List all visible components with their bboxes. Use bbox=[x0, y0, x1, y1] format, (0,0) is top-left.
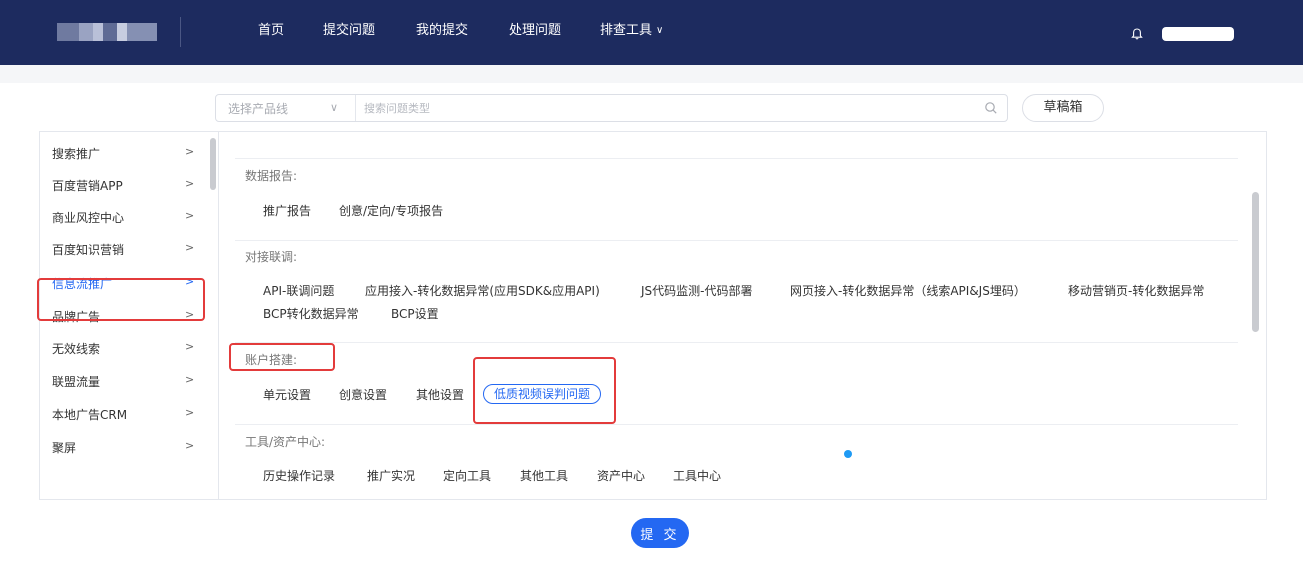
section-title-account-setup: 账户搭建: bbox=[245, 353, 298, 367]
sidebar-item-label: 搜索推广 bbox=[52, 147, 101, 161]
section-divider bbox=[235, 424, 1238, 425]
option-history-log[interactable]: 历史操作记录 bbox=[263, 468, 335, 484]
search-icon[interactable] bbox=[984, 101, 998, 115]
sidebar-scrollbar[interactable] bbox=[210, 138, 216, 190]
option-promotion-report[interactable]: 推广报告 bbox=[263, 203, 311, 219]
bell-icon[interactable] bbox=[1131, 28, 1143, 40]
sidebar-item-label: 品牌广告 bbox=[52, 310, 101, 324]
option-bcp-settings[interactable]: BCP设置 bbox=[391, 306, 439, 322]
chevron-right-icon: > bbox=[185, 373, 195, 386]
option-low-quality-video-misjudge[interactable]: 低质视频误判问题 bbox=[483, 384, 602, 404]
option-creative-report[interactable]: 创意/定向/专项报告 bbox=[339, 203, 443, 219]
cursor-dot bbox=[844, 450, 852, 458]
section-divider bbox=[235, 240, 1238, 241]
sidebar-item-label: 百度营销APP bbox=[52, 179, 123, 193]
option-creative-settings[interactable]: 创意设置 bbox=[339, 387, 387, 403]
sidebar-item-label: 百度知识营销 bbox=[52, 243, 125, 257]
option-api-debug[interactable]: API-联调问题 bbox=[263, 283, 334, 299]
section-title-integration: 对接联调: bbox=[245, 250, 298, 264]
nav-troubleshoot-tools-label: 排查工具 bbox=[600, 23, 653, 38]
option-web-conversion[interactable]: 网页接入-转化数据异常（线索API&JS埋码） bbox=[790, 283, 1026, 299]
option-js-monitor[interactable]: JS代码监测-代码部署 bbox=[641, 283, 753, 299]
option-other-tools[interactable]: 其他工具 bbox=[520, 468, 568, 484]
chevron-right-icon: > bbox=[185, 241, 195, 254]
category-content: 数据报告: 推广报告 创意/定向/专项报告 对接联调: API-联调问题 应用接… bbox=[220, 132, 1240, 499]
chevron-right-icon: > bbox=[185, 209, 195, 222]
sidebar-item-label: 信息流推广 bbox=[52, 277, 113, 291]
nav-my-submissions[interactable]: 我的提交 bbox=[416, 22, 468, 40]
user-avatar[interactable] bbox=[1162, 27, 1234, 41]
chevron-right-icon: > bbox=[185, 275, 195, 288]
option-live-promotion[interactable]: 推广实况 bbox=[367, 468, 415, 484]
option-targeting-tool[interactable]: 定向工具 bbox=[443, 468, 491, 484]
sidebar-item-label: 聚屏 bbox=[52, 441, 77, 455]
option-bcp-conversion[interactable]: BCP转化数据异常 bbox=[263, 306, 359, 322]
nav-home[interactable]: 首页 bbox=[258, 22, 284, 40]
nav-handle-issues[interactable]: 处理问题 bbox=[509, 22, 561, 40]
product-line-select[interactable]: 选择产品线 ∨ bbox=[216, 95, 356, 121]
sidebar-item-label: 联盟流量 bbox=[52, 375, 101, 389]
sidebar-item-search-promotion[interactable]: 搜索推广 > bbox=[40, 137, 205, 169]
chevron-right-icon: > bbox=[185, 439, 195, 452]
section-divider bbox=[235, 158, 1238, 159]
sidebar-item-local-ads-crm[interactable]: 本地广告CRM > bbox=[40, 398, 205, 430]
chevron-right-icon: > bbox=[185, 145, 195, 158]
sidebar-item-label: 商业风控中心 bbox=[52, 211, 125, 225]
option-app-conversion[interactable]: 应用接入-转化数据异常(应用SDK&应用API) bbox=[365, 283, 600, 299]
chevron-right-icon: > bbox=[185, 308, 195, 321]
chevron-right-icon: > bbox=[185, 406, 195, 419]
product-sidebar: 搜索推广 > 百度营销APP > 商业风控中心 > 百度知识营销 > 信息流推广… bbox=[40, 132, 205, 499]
nav-submit-issue[interactable]: 提交问题 bbox=[323, 22, 375, 40]
sidebar-item-knowledge-marketing[interactable]: 百度知识营销 > bbox=[40, 233, 205, 265]
chevron-down-icon: ∨ bbox=[330, 101, 339, 114]
option-other-settings[interactable]: 其他设置 bbox=[416, 387, 464, 403]
sidebar-item-risk-control-center[interactable]: 商业风控中心 > bbox=[40, 201, 205, 233]
top-nav-bar: 首页 提交问题 我的提交 处理问题 排查工具 ∨ bbox=[0, 0, 1303, 65]
product-line-placeholder: 选择产品线 bbox=[228, 102, 289, 116]
chevron-down-icon: ∨ bbox=[656, 25, 664, 36]
sidebar-divider bbox=[218, 132, 219, 499]
logo[interactable] bbox=[57, 23, 157, 41]
section-title-tools-assets: 工具/资产中心: bbox=[245, 435, 326, 449]
sidebar-item-baidu-marketing-app[interactable]: 百度营销APP > bbox=[40, 169, 205, 201]
sidebar-item-alliance-traffic[interactable]: 联盟流量 > bbox=[40, 365, 205, 397]
section-title-data-report: 数据报告: bbox=[245, 169, 298, 183]
chevron-right-icon: > bbox=[185, 340, 195, 353]
option-asset-center[interactable]: 资产中心 bbox=[597, 468, 645, 484]
search-bar: 选择产品线 ∨ bbox=[215, 94, 1008, 122]
chevron-right-icon: > bbox=[185, 177, 195, 190]
sidebar-item-brand-ads[interactable]: 品牌广告 > bbox=[40, 300, 205, 332]
option-mobile-page-conversion[interactable]: 移动营销页-转化数据异常 bbox=[1068, 283, 1204, 299]
issue-type-search-input[interactable] bbox=[364, 99, 944, 117]
header-band bbox=[0, 65, 1303, 83]
sidebar-item-screen[interactable]: 聚屏 > bbox=[40, 431, 205, 463]
content-scrollbar[interactable] bbox=[1252, 192, 1259, 332]
sidebar-item-label: 无效线索 bbox=[52, 342, 101, 356]
sidebar-item-invalid-leads[interactable]: 无效线索 > bbox=[40, 332, 205, 364]
option-unit-settings[interactable]: 单元设置 bbox=[263, 387, 311, 403]
draft-box-button[interactable]: 草稿箱 bbox=[1022, 94, 1104, 122]
logo-divider bbox=[180, 17, 181, 47]
nav-troubleshoot-tools[interactable]: 排查工具 ∨ bbox=[600, 22, 663, 41]
option-tool-center[interactable]: 工具中心 bbox=[673, 468, 721, 484]
submit-button[interactable]: 提 交 bbox=[631, 518, 689, 548]
issue-category-panel: 搜索推广 > 百度营销APP > 商业风控中心 > 百度知识营销 > 信息流推广… bbox=[39, 131, 1267, 500]
section-divider bbox=[235, 342, 1238, 343]
sidebar-item-label: 本地广告CRM bbox=[52, 408, 128, 422]
sidebar-item-feed-promotion[interactable]: 信息流推广 > bbox=[40, 267, 205, 299]
